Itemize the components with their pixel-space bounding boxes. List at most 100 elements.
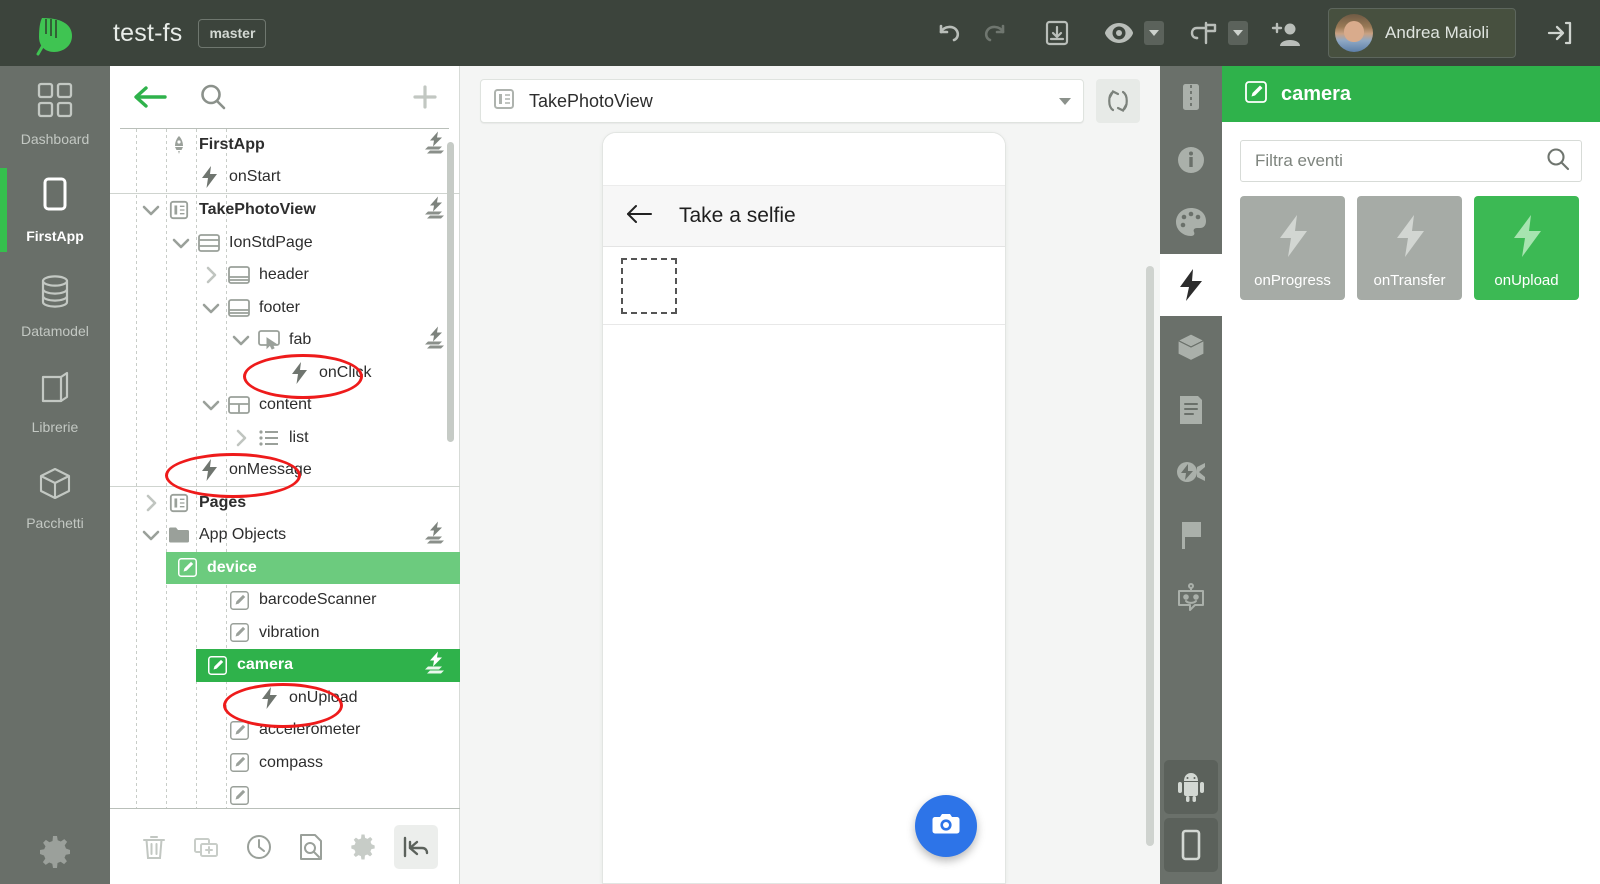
tree-scrollbar[interactable] (447, 142, 454, 442)
plus-icon[interactable] (411, 83, 439, 111)
tree-row-footer[interactable]: footer (110, 292, 460, 325)
event-card-onProgress[interactable]: onProgress (1240, 196, 1345, 300)
tree-row-vibration[interactable]: vibration (110, 617, 460, 650)
gear-icon[interactable] (341, 825, 385, 869)
sidebar-item-label: Dashboard (20, 131, 90, 147)
tree-row-label: barcodeScanner (259, 591, 377, 609)
flash-stack-icon[interactable] (425, 326, 447, 354)
twisty-icon[interactable] (196, 301, 226, 315)
flash-stack-icon[interactable] (425, 521, 447, 549)
palette-icon[interactable] (1160, 191, 1222, 254)
duplicate-icon[interactable] (184, 825, 228, 869)
redo-icon[interactable] (972, 10, 1018, 56)
bot-icon[interactable] (1160, 566, 1222, 629)
preview-chevron-down-icon[interactable] (1144, 21, 1165, 45)
camera-icon (932, 812, 960, 841)
sidebar-item-firstapp[interactable]: FirstApp (0, 162, 110, 258)
events-tab-flash-icon[interactable] (1160, 253, 1222, 316)
tree-row-takephotoview[interactable]: TakePhotoView (110, 194, 460, 227)
twisty-icon[interactable] (196, 398, 226, 412)
app-root: test-fs master Andrea Maioli Dashboard F… (0, 0, 1600, 884)
tree-row-camera[interactable]: camera (172, 649, 460, 682)
refresh-icon[interactable] (1096, 79, 1140, 123)
history-icon[interactable] (237, 825, 281, 869)
camera-fab-button[interactable] (915, 795, 977, 857)
notes-icon[interactable] (1160, 379, 1222, 442)
plug-icon[interactable] (1160, 441, 1222, 504)
twisty-icon[interactable] (226, 333, 256, 347)
phone-appbar: Take a selfie (603, 185, 1005, 247)
sidebar-item-librerie[interactable]: Librerie (0, 354, 110, 450)
phone-preview: Take a selfie (602, 132, 1006, 884)
tree-row-onclick[interactable]: onClick (110, 357, 460, 390)
logout-icon[interactable] (1536, 10, 1582, 56)
sidebar-item-datamodel[interactable]: Datamodel (0, 258, 110, 354)
tree-scroll-area[interactable]: FirstApp onStart TakePhotoView IonStdPage he… (110, 129, 460, 809)
event-card-onUpload[interactable]: onUpload (1474, 196, 1579, 300)
twisty-icon[interactable] (166, 236, 196, 250)
undo-all-icon[interactable] (393, 824, 438, 869)
tree-row[interactable] (110, 779, 460, 809)
view-selector[interactable]: TakePhotoView (480, 79, 1084, 123)
sidebar-item-pacchetti[interactable]: Pacchetti (0, 450, 110, 546)
preview-scrollbar[interactable] (1146, 266, 1154, 846)
image-placeholder (621, 257, 677, 314)
back-arrow-icon[interactable] (132, 84, 168, 110)
flash-stack-icon[interactable] (425, 196, 447, 224)
branchpoint-chevron-down-icon[interactable] (1228, 21, 1249, 45)
tree-row-fab[interactable]: fab (110, 324, 460, 357)
tree-row-list[interactable]: list (110, 422, 460, 455)
leaf-logo-icon[interactable] (0, 0, 110, 66)
twisty-icon[interactable] (166, 658, 196, 672)
twisty-icon[interactable] (136, 528, 166, 542)
inspector-icon-rail (1160, 66, 1222, 884)
project-title: test-fs (113, 18, 183, 47)
twisty-icon[interactable] (136, 494, 166, 512)
tree-row-accelerometer[interactable]: accelerometer (110, 714, 460, 747)
twisty-icon[interactable] (136, 561, 166, 575)
tree-row-device[interactable]: device (142, 551, 460, 584)
user-chip[interactable]: Andrea Maioli (1328, 8, 1516, 58)
tree-row-header[interactable]: header (110, 259, 460, 292)
tree-row-barcodescanner[interactable]: barcodeScanner (110, 584, 460, 617)
tree-row-content[interactable]: content (110, 389, 460, 422)
search-input[interactable] (1255, 151, 1545, 171)
inspect-icon[interactable] (289, 825, 333, 869)
tree-row-ionstdpage[interactable]: IonStdPage (110, 227, 460, 260)
signpost-icon[interactable] (1180, 10, 1226, 56)
search-icon[interactable] (1545, 146, 1571, 177)
sidebar-item-dashboard[interactable]: Dashboard (0, 66, 110, 162)
info-icon[interactable] (1160, 129, 1222, 192)
tree-row-onupload[interactable]: onUpload (110, 682, 460, 715)
tree-row-label: compass (259, 753, 324, 771)
back-arrow-icon[interactable] (625, 203, 653, 230)
undo-icon[interactable] (926, 10, 972, 56)
phone-list-row[interactable] (603, 247, 1005, 325)
flash-stack-icon[interactable] (425, 131, 447, 159)
tree-row-firstapp[interactable]: FirstApp (110, 129, 460, 162)
android-icon[interactable] (1164, 760, 1218, 814)
flash-stack-icon[interactable] (425, 651, 447, 679)
flag-icon[interactable] (1160, 504, 1222, 567)
tree-row-compass[interactable]: compass (110, 747, 460, 780)
cube-icon[interactable] (1160, 316, 1222, 379)
event-filter[interactable] (1240, 140, 1582, 182)
branch-chip[interactable]: master (198, 18, 267, 48)
gear-icon[interactable] (0, 834, 110, 870)
tree-row-onstart[interactable]: onStart (110, 162, 460, 194)
tree-row-onmessage[interactable]: onMessage (110, 454, 460, 487)
ruler-icon[interactable] (1160, 66, 1222, 129)
eye-icon[interactable] (1096, 10, 1142, 56)
tree-row-app-objects[interactable]: App Objects (110, 519, 460, 552)
twisty-icon[interactable] (196, 266, 226, 284)
device-icon[interactable] (1164, 818, 1218, 872)
trash-icon[interactable] (132, 825, 176, 869)
download-icon[interactable] (1034, 10, 1080, 56)
pencil-icon (226, 785, 252, 806)
search-icon[interactable] (198, 82, 228, 112)
event-card-onTransfer[interactable]: onTransfer (1357, 196, 1462, 300)
tree-row-pages[interactable]: Pages (110, 487, 460, 520)
add-user-icon[interactable] (1264, 10, 1310, 56)
twisty-icon[interactable] (136, 203, 166, 217)
twisty-icon[interactable] (226, 429, 256, 447)
